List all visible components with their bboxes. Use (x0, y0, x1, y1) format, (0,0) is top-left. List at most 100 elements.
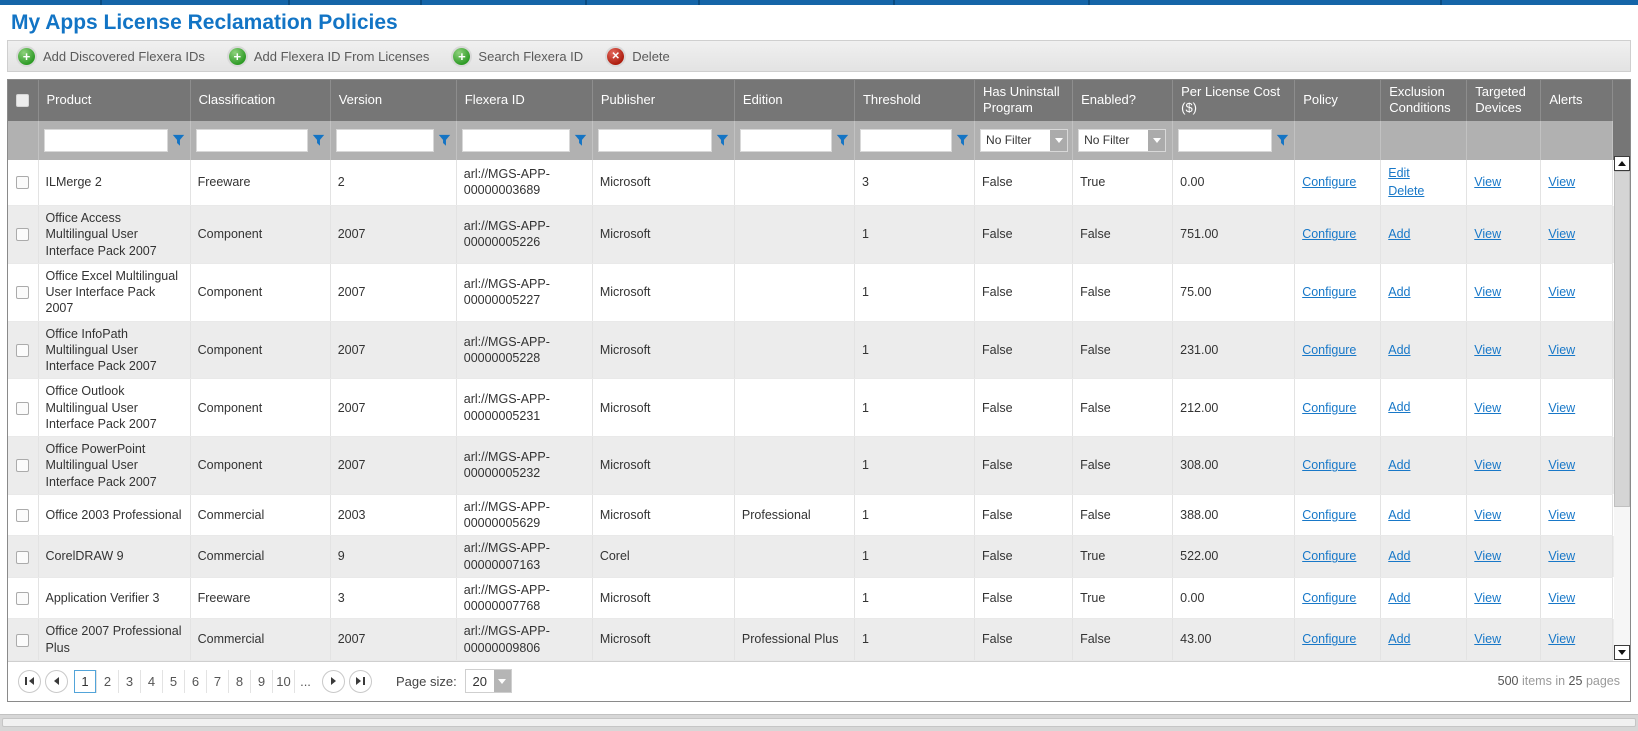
horizontal-scrollbar[interactable] (0, 714, 1638, 731)
edition-filter-input[interactable] (740, 129, 832, 152)
view-targeted-devices-link[interactable]: View (1474, 632, 1501, 646)
column-header-policy[interactable]: Policy (1295, 80, 1381, 121)
page-number-button[interactable]: 8 (228, 670, 250, 693)
view-targeted-devices-link[interactable]: View (1474, 401, 1501, 415)
row-checkbox[interactable] (16, 459, 29, 472)
row-checkbox[interactable] (16, 551, 29, 564)
view-targeted-devices-link[interactable]: View (1474, 343, 1501, 357)
per-license-cost-filter-input[interactable] (1178, 129, 1272, 152)
row-checkbox[interactable] (16, 176, 29, 189)
has-uninstall-filter-select[interactable]: No Filter (980, 129, 1068, 152)
scroll-up-button[interactable] (1614, 156, 1630, 171)
publisher-filter-input[interactable] (598, 129, 712, 152)
filter-funnel-icon[interactable] (438, 134, 451, 147)
row-checkbox[interactable] (16, 344, 29, 357)
column-header-threshold[interactable]: Threshold (854, 80, 974, 121)
search-flexera-id-button[interactable]: + Search Flexera ID (453, 48, 583, 65)
filter-funnel-icon[interactable] (956, 134, 969, 147)
filter-funnel-icon[interactable] (716, 134, 729, 147)
scrollbar-thumb[interactable] (1614, 171, 1630, 507)
view-alerts-link[interactable]: View (1548, 508, 1575, 522)
view-alerts-link[interactable]: View (1548, 401, 1575, 415)
row-checkbox[interactable] (16, 228, 29, 241)
page-number-button[interactable]: 5 (162, 670, 184, 693)
previous-page-button[interactable] (45, 670, 68, 693)
filter-funnel-icon[interactable] (836, 134, 849, 147)
view-targeted-devices-link[interactable]: View (1474, 458, 1501, 472)
page-number-button[interactable]: 3 (118, 670, 140, 693)
horizontal-scrollbar-thumb[interactable] (2, 718, 1636, 727)
scroll-down-button[interactable] (1614, 645, 1630, 660)
configure-link[interactable]: Configure (1302, 549, 1356, 563)
add-exclusion-link[interactable]: Add (1388, 506, 1459, 525)
view-targeted-devices-link[interactable]: View (1474, 285, 1501, 299)
view-alerts-link[interactable]: View (1548, 591, 1575, 605)
view-alerts-link[interactable]: View (1548, 175, 1575, 189)
configure-link[interactable]: Configure (1302, 458, 1356, 472)
configure-link[interactable]: Configure (1302, 227, 1356, 241)
threshold-filter-input[interactable] (860, 129, 952, 152)
view-alerts-link[interactable]: View (1548, 227, 1575, 241)
view-alerts-link[interactable]: View (1548, 285, 1575, 299)
view-targeted-devices-link[interactable]: View (1474, 591, 1501, 605)
select-all-checkbox[interactable] (16, 94, 29, 107)
column-header-has-uninstall-program[interactable]: Has Uninstall Program (975, 80, 1073, 121)
add-exclusion-link[interactable]: Add (1388, 225, 1459, 244)
column-header-exclusion-conditions[interactable]: Exclusion Conditions (1381, 80, 1467, 121)
flexera-id-filter-input[interactable] (462, 129, 570, 152)
column-header-enabled[interactable]: Enabled? (1073, 80, 1173, 121)
configure-link[interactable]: Configure (1302, 285, 1356, 299)
filter-funnel-icon[interactable] (172, 134, 185, 147)
classification-filter-input[interactable] (196, 129, 308, 152)
row-checkbox[interactable] (16, 286, 29, 299)
edit-exclusion-link[interactable]: Edit (1388, 164, 1459, 183)
configure-link[interactable]: Configure (1302, 175, 1356, 189)
enabled-filter-select[interactable]: No Filter (1078, 129, 1166, 152)
row-checkbox[interactable] (16, 634, 29, 647)
vertical-scrollbar[interactable] (1614, 156, 1630, 660)
add-exclusion-link[interactable]: Add (1388, 547, 1459, 566)
page-number-button[interactable]: 2 (96, 670, 118, 693)
column-header-version[interactable]: Version (330, 80, 456, 121)
view-alerts-link[interactable]: View (1548, 632, 1575, 646)
add-discovered-flexera-ids-button[interactable]: + Add Discovered Flexera IDs (18, 48, 205, 65)
configure-link[interactable]: Configure (1302, 632, 1356, 646)
filter-funnel-icon[interactable] (1276, 134, 1289, 147)
configure-link[interactable]: Configure (1302, 343, 1356, 357)
add-exclusion-link[interactable]: Add (1388, 283, 1459, 302)
column-header-edition[interactable]: Edition (734, 80, 854, 121)
last-page-button[interactable] (349, 670, 372, 693)
view-alerts-link[interactable]: View (1548, 343, 1575, 357)
row-checkbox[interactable] (16, 402, 29, 415)
scrollbar-track[interactable] (1614, 171, 1630, 645)
delete-button[interactable]: ✕ Delete (607, 48, 670, 65)
page-number-button[interactable]: 6 (184, 670, 206, 693)
filter-funnel-icon[interactable] (312, 134, 325, 147)
add-exclusion-link[interactable]: Add (1388, 630, 1459, 649)
view-targeted-devices-link[interactable]: View (1474, 175, 1501, 189)
first-page-button[interactable] (18, 670, 41, 693)
page-number-button[interactable]: 10 (272, 670, 294, 693)
product-filter-input[interactable] (44, 129, 168, 152)
page-number-button[interactable]: 9 (250, 670, 272, 693)
row-checkbox[interactable] (16, 592, 29, 605)
view-alerts-link[interactable]: View (1548, 458, 1575, 472)
page-number-button[interactable]: 4 (140, 670, 162, 693)
delete-exclusion-link[interactable]: Delete (1388, 182, 1459, 201)
page-number-button[interactable]: 7 (206, 670, 228, 693)
column-header-per-license-cost[interactable]: Per License Cost ($) (1173, 80, 1295, 121)
view-targeted-devices-link[interactable]: View (1474, 508, 1501, 522)
configure-link[interactable]: Configure (1302, 508, 1356, 522)
column-header-product[interactable]: Product (38, 80, 190, 121)
add-exclusion-link[interactable]: Add (1388, 398, 1459, 417)
column-header-flexera-id[interactable]: Flexera ID (456, 80, 592, 121)
row-checkbox[interactable] (16, 509, 29, 522)
configure-link[interactable]: Configure (1302, 591, 1356, 605)
add-exclusion-link[interactable]: Add (1388, 341, 1459, 360)
view-alerts-link[interactable]: View (1548, 549, 1575, 563)
view-targeted-devices-link[interactable]: View (1474, 227, 1501, 241)
version-filter-input[interactable] (336, 129, 434, 152)
column-header-alerts[interactable]: Alerts (1541, 80, 1613, 121)
column-header-classification[interactable]: Classification (190, 80, 330, 121)
view-targeted-devices-link[interactable]: View (1474, 549, 1501, 563)
